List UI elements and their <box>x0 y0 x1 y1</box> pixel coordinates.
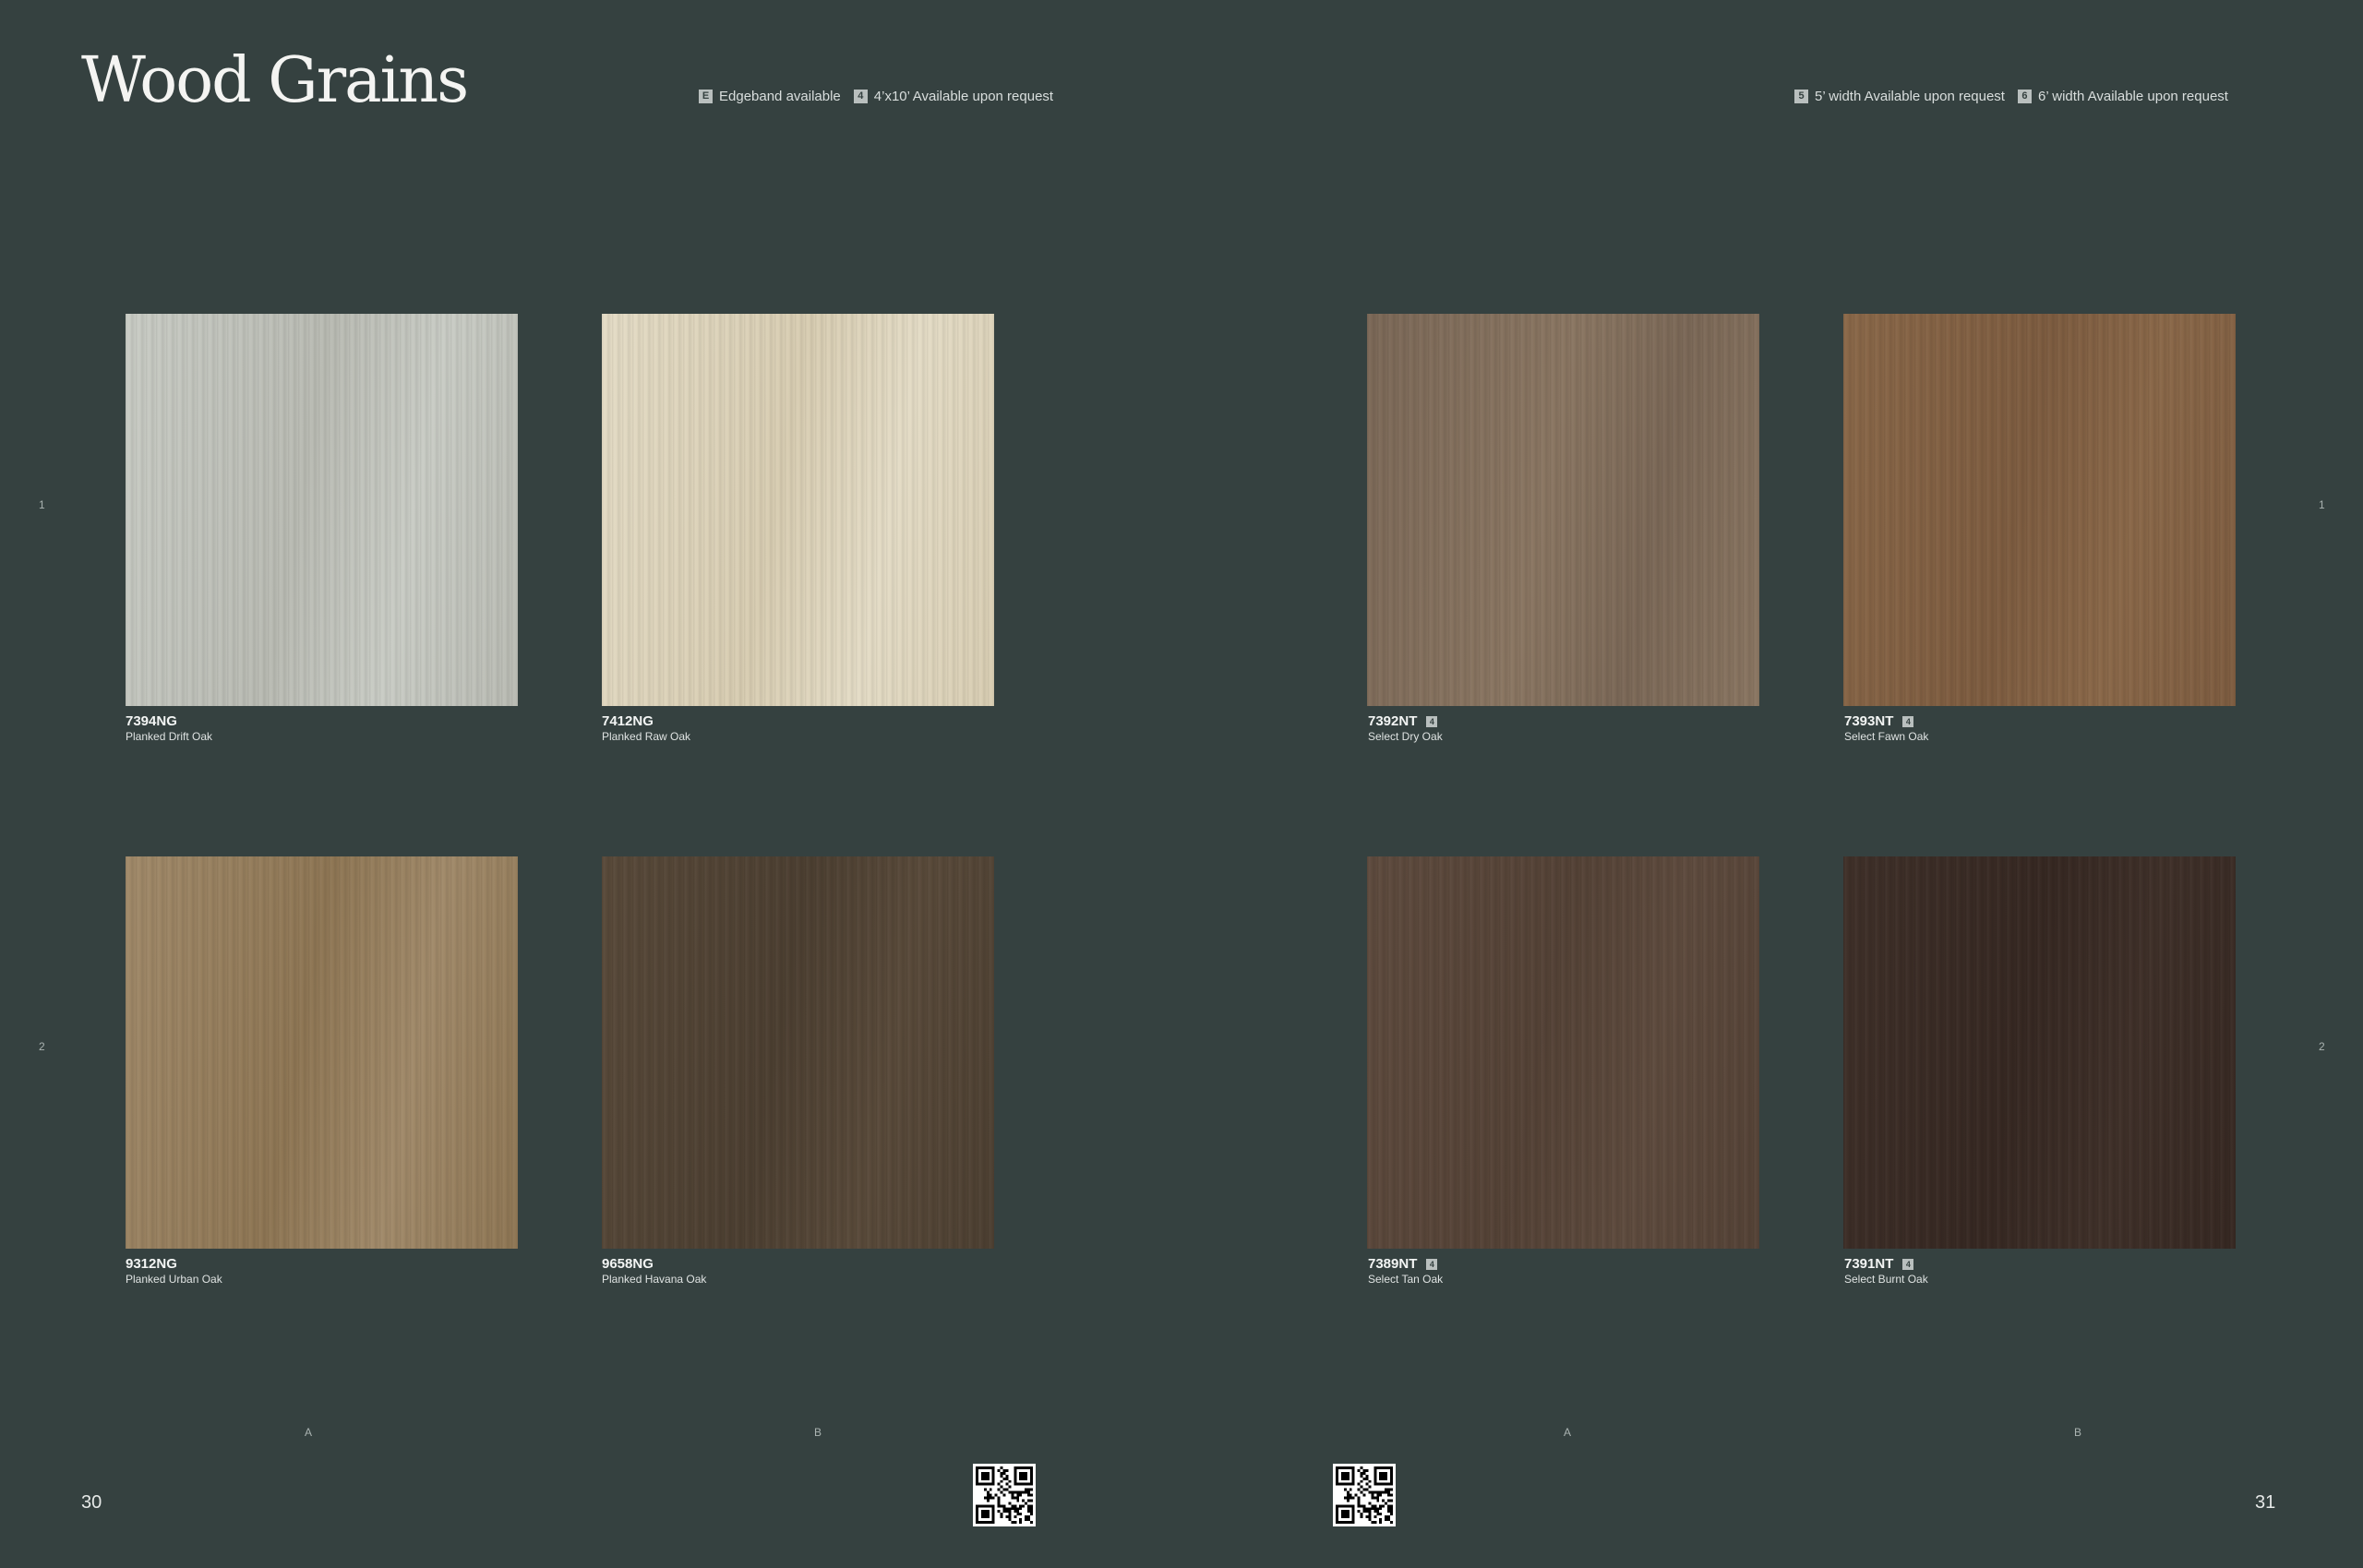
swatch-image-9658NG[interactable] <box>602 856 994 1249</box>
legend-right: 5 5’ width Available upon request 6 6’ w… <box>1794 89 2228 104</box>
swatch-image-9312NG[interactable] <box>126 856 518 1249</box>
swatch-image-7392NT[interactable] <box>1367 314 1759 706</box>
swatch-caption: 7393NT 4 Select Fawn Oak <box>1844 713 1928 743</box>
page-number-right: 31 <box>2255 1492 2276 1513</box>
swatch-code: 7389NT <box>1368 1256 1418 1272</box>
legend-item-5-width: 5 5’ width Available upon request <box>1794 89 2005 104</box>
swatch-caption: 7412NG Planked Raw Oak <box>602 713 690 743</box>
legend-item-edgeband: E Edgeband available <box>699 89 841 104</box>
swatch-image-7391NT[interactable] <box>1843 856 2236 1249</box>
swatch-caption: 9658NG Planked Havana Oak <box>602 1256 706 1286</box>
legend-label: Edgeband available <box>719 89 841 104</box>
swatch-caption: 7389NT 4 Select Tan Oak <box>1368 1256 1443 1286</box>
qr-code-icon[interactable] <box>973 1464 1036 1526</box>
swatch-image-7393NT[interactable] <box>1843 314 2236 706</box>
4x10-badge-icon: 4 <box>1426 715 1438 727</box>
legend-label: 5’ width Available upon request <box>1815 89 2005 104</box>
swatch-caption: 9312NG Planked Urban Oak <box>126 1256 222 1286</box>
legend-left: E Edgeband available 4 4’x10’ Available … <box>699 89 1053 104</box>
swatch-code: 7393NT <box>1844 713 1894 729</box>
swatch-name: Planked Drift Oak <box>126 730 213 743</box>
legend-item-4x10: 4 4’x10’ Available upon request <box>853 89 1054 104</box>
swatch-code: 7412NG <box>602 713 654 729</box>
qr-code-icon[interactable] <box>1333 1464 1396 1526</box>
legend-label: 6’ width Available upon request <box>2037 89 2228 104</box>
page-title: Wood Grains <box>81 44 469 117</box>
swatch-name: Planked Raw Oak <box>602 730 691 743</box>
column-marker-a-left: A <box>305 1426 313 1439</box>
swatch-caption: 7392NT 4 Select Dry Oak <box>1368 713 1443 743</box>
column-marker-b-left: B <box>814 1426 822 1439</box>
swatch-caption: 7394NG Planked Drift Oak <box>126 713 212 743</box>
edgeband-badge-icon: E <box>699 90 713 103</box>
swatch-code: 7394NG <box>126 713 177 729</box>
swatch-code: 7392NT <box>1368 713 1418 729</box>
swatch-name: Select Burnt Oak <box>1844 1273 1928 1286</box>
swatch-name: Select Tan Oak <box>1368 1273 1444 1286</box>
column-marker-a-right: A <box>1564 1426 1572 1439</box>
swatch-image-7394NG[interactable] <box>126 314 518 706</box>
5-width-badge-icon: 5 <box>1794 90 1808 103</box>
swatch-code: 9312NG <box>126 1256 177 1272</box>
legend-label: 4’x10’ Available upon request <box>873 89 1054 104</box>
4x10-badge-icon: 4 <box>1902 1258 1914 1270</box>
swatch-name: Planked Havana Oak <box>602 1273 707 1286</box>
swatch-code: 7391NT <box>1844 1256 1894 1272</box>
row-marker-1-left: 1 <box>39 498 45 511</box>
swatch-image-7389NT[interactable] <box>1367 856 1759 1249</box>
swatch-name: Planked Urban Oak <box>126 1273 222 1286</box>
column-marker-b-right: B <box>2074 1426 2082 1439</box>
row-marker-2-right: 2 <box>2319 1040 2325 1053</box>
row-marker-1-right: 1 <box>2319 498 2325 511</box>
row-marker-2-left: 2 <box>39 1040 45 1053</box>
4x10-badge-icon: 4 <box>1902 715 1914 727</box>
swatch-caption: 7391NT 4 Select Burnt Oak <box>1844 1256 1928 1286</box>
swatch-name: Select Dry Oak <box>1368 730 1443 743</box>
swatch-image-7412NG[interactable] <box>602 314 994 706</box>
page-number-left: 30 <box>81 1492 102 1513</box>
legend-item-6-width: 6 6’ width Available upon request <box>2017 89 2228 104</box>
swatch-code: 9658NG <box>602 1256 654 1272</box>
4x10-badge-icon: 4 <box>853 90 868 103</box>
4x10-badge-icon: 4 <box>1426 1258 1438 1270</box>
6-width-badge-icon: 6 <box>2017 90 2032 103</box>
swatch-name: Select Fawn Oak <box>1844 730 1929 743</box>
